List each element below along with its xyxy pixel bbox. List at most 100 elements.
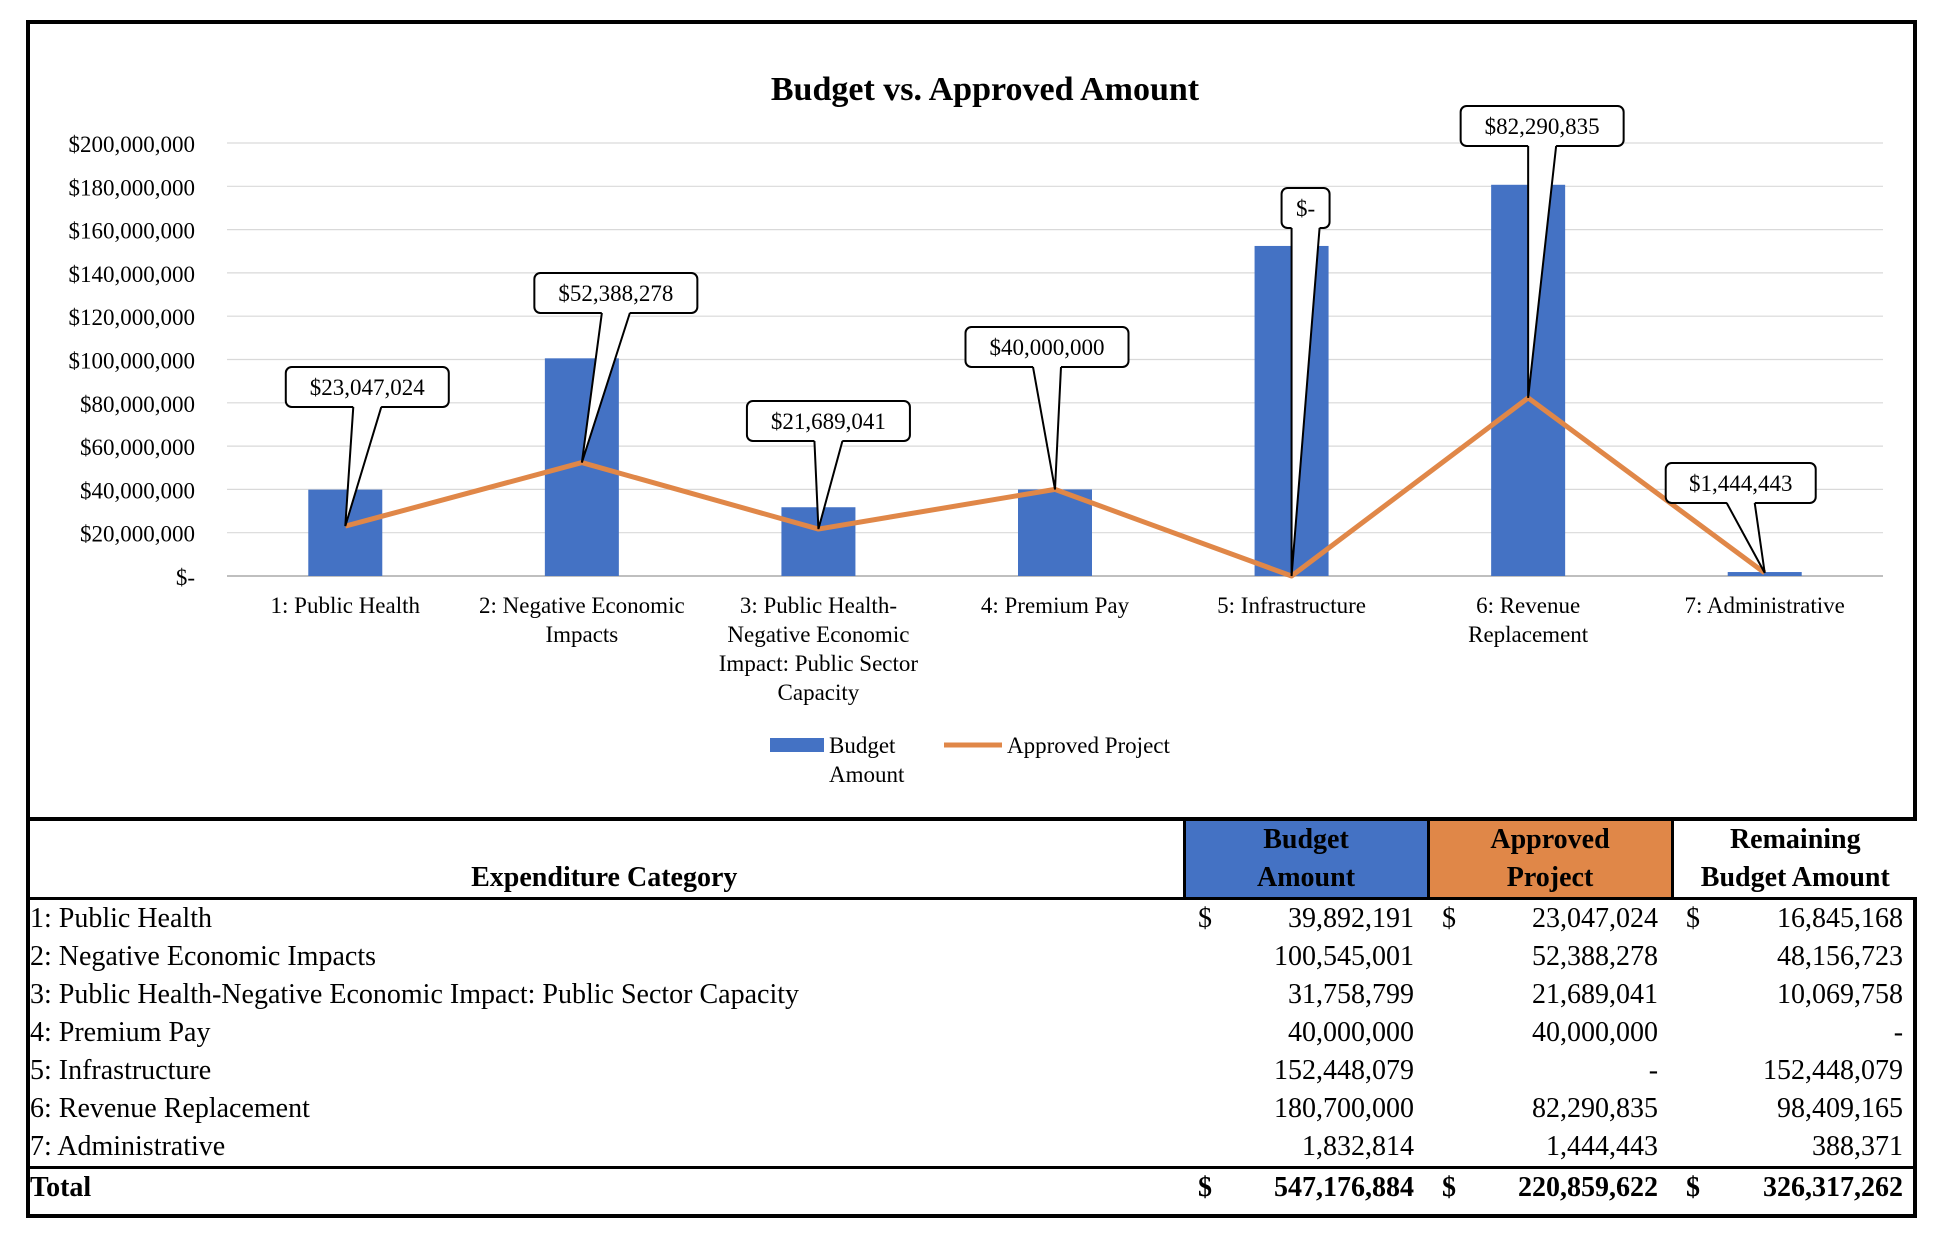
x-category-label: Replacement [1468,622,1589,647]
cell-currency: $ [1198,903,1212,934]
legend-label-budget-amount: Amount [829,762,905,787]
cell-currency [1428,1090,1476,1128]
header-remaining-budget-amount: Remaining Budget Amount [1670,819,1918,899]
cell-currency [1672,1128,1720,1168]
x-category-label: 3: Public Health- [740,593,897,618]
cell-budget-amount: 39,892,191 [1288,903,1415,934]
y-tick-label: $80,000,000 [80,392,195,417]
cell-currency [1672,938,1720,976]
cell-remaining-budget: 48,156,723 [1777,941,1904,972]
y-tick-label: $60,000,000 [80,435,195,460]
data-label: $- [1296,196,1315,221]
cell-currency [1184,976,1232,1014]
y-tick-label: $180,000,000 [69,175,196,200]
cell-currency [1184,938,1232,976]
cell-approved-project: 52,388,278 [1532,941,1659,972]
cell-total-remaining-budget: 326,317,262 [1763,1172,1904,1203]
x-category-label: Impact: Public Sector [719,651,919,676]
cell-currency: $ [1198,1172,1212,1203]
cell-currency [1428,1014,1476,1052]
cell-remaining-budget: 152,448,079 [1763,1055,1904,1086]
data-label: $52,388,278 [558,281,673,306]
table-row: 2: Negative Economic Impacts 100,545,001 5… [26,938,1917,976]
y-tick-label: $100,000,000 [69,349,196,374]
y-tick-label: $20,000,000 [80,522,195,547]
cell-currency [1428,1052,1476,1090]
table-row: 6: Revenue Replacement 180,700,000 82,290,… [26,1090,1917,1128]
bar-budget-amount [308,489,383,576]
x-category-label: 6: Revenue [1476,593,1580,618]
cell-currency: $ [1442,1172,1457,1203]
x-category-label: 5: Infrastructure [1217,593,1366,618]
cell-currency [1672,976,1720,1014]
cell-approved-project: - [1648,1055,1659,1086]
cell-currency: $ [1442,903,1457,934]
cell-currency [1428,938,1476,976]
cell-remaining-budget: 388,371 [1812,1131,1904,1162]
cell-approved-project: 21,689,041 [1532,979,1659,1010]
cell-currency [1184,1128,1232,1168]
data-label: $21,689,041 [771,409,886,434]
cell-approved-project: 23,047,024 [1532,903,1659,934]
x-category-label: 4: Premium Pay [981,593,1130,618]
cell-remaining-budget: 10,069,758 [1777,979,1904,1010]
y-tick-label: $- [176,565,195,590]
cell-currency [1184,1090,1232,1128]
expenditure-table-wrap: Expenditure Category Budget Amount Appro… [26,817,1918,1208]
y-tick-label: $160,000,000 [69,219,196,244]
cell-budget-amount: 31,758,799 [1288,979,1415,1010]
x-category-label: 1: Public Health [271,593,421,618]
cell-currency: $ [1686,903,1701,934]
cell-approved-project: 1,444,443 [1546,1131,1659,1162]
legend-label-approved-project: Approved Project [1007,733,1170,758]
table-row: 4: Premium Pay 40,000,000 40,000,000 - [26,1014,1917,1052]
y-tick-label: $140,000,000 [69,262,196,287]
cell-currency [1428,1128,1476,1168]
table-row: 5: Infrastructure 152,448,079 - 152,448,079 [26,1052,1917,1090]
table-row: 1: Public Health $39,892,191 $23,047,024 $1… [26,899,1917,939]
header-expenditure-category: Expenditure Category [471,862,738,893]
cell-currency [1184,1014,1232,1052]
x-category-label: Negative Economic [727,622,909,647]
table-header-row: Expenditure Category Budget Amount Appro… [26,819,1918,899]
cell-category: 1: Public Health [30,903,212,934]
x-category-label: Capacity [778,680,860,705]
cell-category: 2: Negative Economic Impacts [30,941,376,972]
cell-remaining-budget: - [1893,1017,1904,1048]
cell-category: 5: Infrastructure [30,1055,212,1086]
table-total-row: Total $547,176,884 $220,859,622 $326,317,26… [26,1167,1918,1208]
y-tick-label: $120,000,000 [69,305,196,330]
table-row: 7: Administrative 1,832,814 1,444,443 388,3… [26,1128,1917,1168]
x-category-label: 7: Administrative [1685,593,1845,618]
x-category-label: Impacts [545,622,618,647]
cell-budget-amount: 180,700,000 [1274,1093,1415,1124]
y-tick-label: $40,000,000 [80,478,195,503]
cell-remaining-budget: 16,845,168 [1777,903,1904,934]
cell-approved-project: 82,290,835 [1532,1093,1659,1124]
data-label: $40,000,000 [990,335,1105,360]
cell-budget-amount: 40,000,000 [1288,1017,1415,1048]
header-budget-amount: Budget Amount [1182,819,1429,899]
x-category-label: 2: Negative Economic [479,593,685,618]
cell-currency [1184,1052,1232,1090]
cell-total-budget-amount: 547,176,884 [1274,1172,1415,1203]
cell-currency [1672,1052,1720,1090]
cell-currency [1428,976,1476,1014]
y-tick-label: $200,000,000 [69,132,196,157]
data-label: $1,444,443 [1689,471,1793,496]
cell-currency [1672,1014,1720,1052]
cell-category: 7: Administrative [30,1131,226,1162]
cell-budget-amount: 152,448,079 [1274,1055,1415,1086]
legend-label-budget-amount: Budget [829,733,896,758]
bar-budget-amount [1018,489,1092,576]
cell-category: 4: Premium Pay [30,1017,211,1048]
cell-currency [1672,1090,1720,1128]
cell-total-approved-project: 220,859,622 [1518,1172,1659,1203]
budget-vs-approved-chart: Budget vs. Approved Amount $23,047,024 $5… [69,71,1883,787]
cell-total-label: Total [30,1172,92,1203]
cell-approved-project: 40,000,000 [1532,1017,1659,1048]
header-approved-project: Approved Project [1426,819,1673,899]
table-row: 3: Public Health-Negative Economic Impac… [26,976,1917,1014]
cell-category: 3: Public Health-Negative Economic Impac… [30,979,800,1010]
data-label: $23,047,024 [310,375,426,400]
